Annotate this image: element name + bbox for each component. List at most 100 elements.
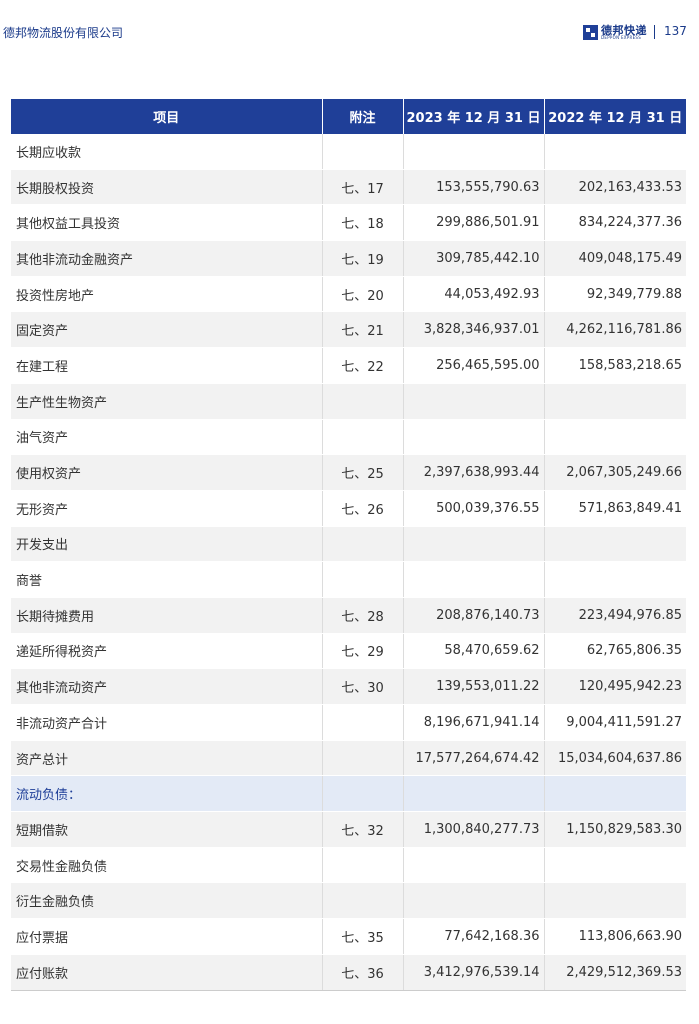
row-note xyxy=(322,775,404,813)
row-value-2022: 113,806,663.90 xyxy=(544,918,686,955)
table-row: 应付票据 七、35 77,642,168.36 113,806,663.90 xyxy=(11,918,686,955)
row-item: 在建工程 xyxy=(11,347,323,384)
row-value-2023: 309,785,442.10 xyxy=(403,240,545,277)
row-item: 其他权益工具投资 xyxy=(11,204,323,242)
row-value-2022: 409,048,175.49 xyxy=(544,240,686,277)
table-row: 资产总计 17,577,264,674.42 15,034,604,637.86 xyxy=(11,740,686,777)
row-item: 商誉 xyxy=(11,561,323,598)
row-item: 非流动资产合计 xyxy=(11,704,323,741)
row-item: 递延所得税资产 xyxy=(11,633,323,670)
row-value-2022 xyxy=(544,526,686,563)
row-value-2023: 2,397,638,993.44 xyxy=(403,454,545,491)
row-note xyxy=(322,383,404,420)
row-item: 资产总计 xyxy=(11,740,323,777)
table-row: 衍生金融负债 xyxy=(11,882,686,920)
row-value-2023 xyxy=(403,847,545,884)
table-row: 其他非流动资产 七、30 139,553,011.22 120,495,942.23 xyxy=(11,668,686,705)
row-value-2023 xyxy=(403,882,545,920)
table-row: 在建工程 七、22 256,465,595.00 158,583,218.65 xyxy=(11,347,686,384)
row-value-2023 xyxy=(403,134,545,170)
table-row: 使用权资产 七、25 2,397,638,993.44 2,067,305,249.6… xyxy=(11,454,686,491)
table-row: 长期股权投资 七、17 153,555,790.63 202,163,433.53 xyxy=(11,169,686,206)
header-2023: 2023 年 12 月 31 日 xyxy=(403,99,545,134)
section-row: 流动负债： xyxy=(11,775,686,813)
row-value-2022 xyxy=(544,383,686,420)
table-row: 开发支出 xyxy=(11,526,686,563)
table-row: 商誉 xyxy=(11,561,686,598)
row-value-2022: 158,583,218.65 xyxy=(544,347,686,384)
logo-text-en: DEPPON EXPRESS xyxy=(601,35,642,40)
row-note: 七、28 xyxy=(322,597,404,634)
row-value-2023: 8,196,671,941.14 xyxy=(403,704,545,741)
row-value-2022: 92,349,779.88 xyxy=(544,276,686,313)
row-item: 投资性房地产 xyxy=(11,276,323,313)
row-value-2022: 4,262,116,781.86 xyxy=(544,311,686,349)
row-value-2023: 77,642,168.36 xyxy=(403,918,545,955)
table-header-row: 项目 附注 2023 年 12 月 31 日 2022 年 12 月 31 日 xyxy=(11,99,686,134)
row-item: 交易性金融负债 xyxy=(11,847,323,884)
row-value-2023: 1,300,840,277.73 xyxy=(403,811,545,848)
deppon-logo-icon xyxy=(583,25,598,40)
row-value-2023 xyxy=(403,775,545,813)
row-note: 七、32 xyxy=(322,811,404,848)
table-row: 其他权益工具投资 七、18 299,886,501.91 834,224,377.36 xyxy=(11,204,686,242)
row-item: 流动负债： xyxy=(11,775,323,813)
row-value-2023: 44,053,492.93 xyxy=(403,276,545,313)
row-item: 其他非流动金融资产 xyxy=(11,240,323,277)
row-item: 固定资产 xyxy=(11,311,323,349)
row-note xyxy=(322,419,404,456)
row-value-2022: 62,765,806.35 xyxy=(544,633,686,670)
row-note: 七、20 xyxy=(322,276,404,313)
table-row: 长期待摊费用 七、28 208,876,140.73 223,494,976.85 xyxy=(11,597,686,634)
row-value-2022 xyxy=(544,419,686,456)
row-value-2022: 15,034,604,637.86 xyxy=(544,740,686,777)
row-item: 生产性生物资产 xyxy=(11,383,323,420)
row-value-2023: 256,465,595.00 xyxy=(403,347,545,384)
row-item: 短期借款 xyxy=(11,811,323,848)
row-note xyxy=(322,561,404,598)
row-note: 七、25 xyxy=(322,454,404,491)
row-value-2022 xyxy=(544,882,686,920)
row-value-2022 xyxy=(544,134,686,170)
row-note: 七、17 xyxy=(322,169,404,206)
row-item: 长期应收款 xyxy=(11,134,323,170)
page-number: 137 xyxy=(664,24,687,38)
row-item: 无形资产 xyxy=(11,490,323,527)
row-value-2022: 2,067,305,249.66 xyxy=(544,454,686,491)
row-value-2023: 17,577,264,674.42 xyxy=(403,740,545,777)
row-value-2022: 223,494,976.85 xyxy=(544,597,686,634)
row-value-2023: 299,886,501.91 xyxy=(403,204,545,242)
row-note xyxy=(322,882,404,920)
row-value-2022: 202,163,433.53 xyxy=(544,169,686,206)
row-note: 七、26 xyxy=(322,490,404,527)
row-value-2023 xyxy=(403,561,545,598)
header-item: 项目 xyxy=(11,99,323,134)
table-row: 交易性金融负债 xyxy=(11,847,686,884)
row-value-2023 xyxy=(403,383,545,420)
row-value-2023: 208,876,140.73 xyxy=(403,597,545,634)
table-row: 无形资产 七、26 500,039,376.55 571,863,849.41 xyxy=(11,490,686,527)
page-header: 德邦物流股份有限公司 德邦快递 DEPPON EXPRESS 137 xyxy=(0,0,699,64)
table-row: 固定资产 七、21 3,828,346,937.01 4,262,116,781.86 xyxy=(11,311,686,349)
row-value-2023: 58,470,659.62 xyxy=(403,633,545,670)
row-value-2023 xyxy=(403,419,545,456)
row-value-2022: 120,495,942.23 xyxy=(544,668,686,705)
row-value-2023: 3,412,976,539.14 xyxy=(403,954,545,991)
row-value-2022: 1,150,829,583.30 xyxy=(544,811,686,848)
row-value-2022: 834,224,377.36 xyxy=(544,204,686,242)
row-value-2023: 500,039,376.55 xyxy=(403,490,545,527)
table-row: 长期应收款 xyxy=(11,134,686,170)
row-note: 七、35 xyxy=(322,918,404,955)
row-note: 七、19 xyxy=(322,240,404,277)
header-2022: 2022 年 12 月 31 日 xyxy=(544,99,686,134)
table-row: 短期借款 七、32 1,300,840,277.73 1,150,829,583.30 xyxy=(11,811,686,848)
row-value-2022: 9,004,411,591.27 xyxy=(544,704,686,741)
header-divider xyxy=(654,25,655,39)
row-item: 使用权资产 xyxy=(11,454,323,491)
row-note: 七、18 xyxy=(322,204,404,242)
table-row: 其他非流动金融资产 七、19 309,785,442.10 409,048,175.4… xyxy=(11,240,686,277)
row-value-2023: 3,828,346,937.01 xyxy=(403,311,545,349)
row-value-2022 xyxy=(544,775,686,813)
row-item: 开发支出 xyxy=(11,526,323,563)
row-item: 长期待摊费用 xyxy=(11,597,323,634)
